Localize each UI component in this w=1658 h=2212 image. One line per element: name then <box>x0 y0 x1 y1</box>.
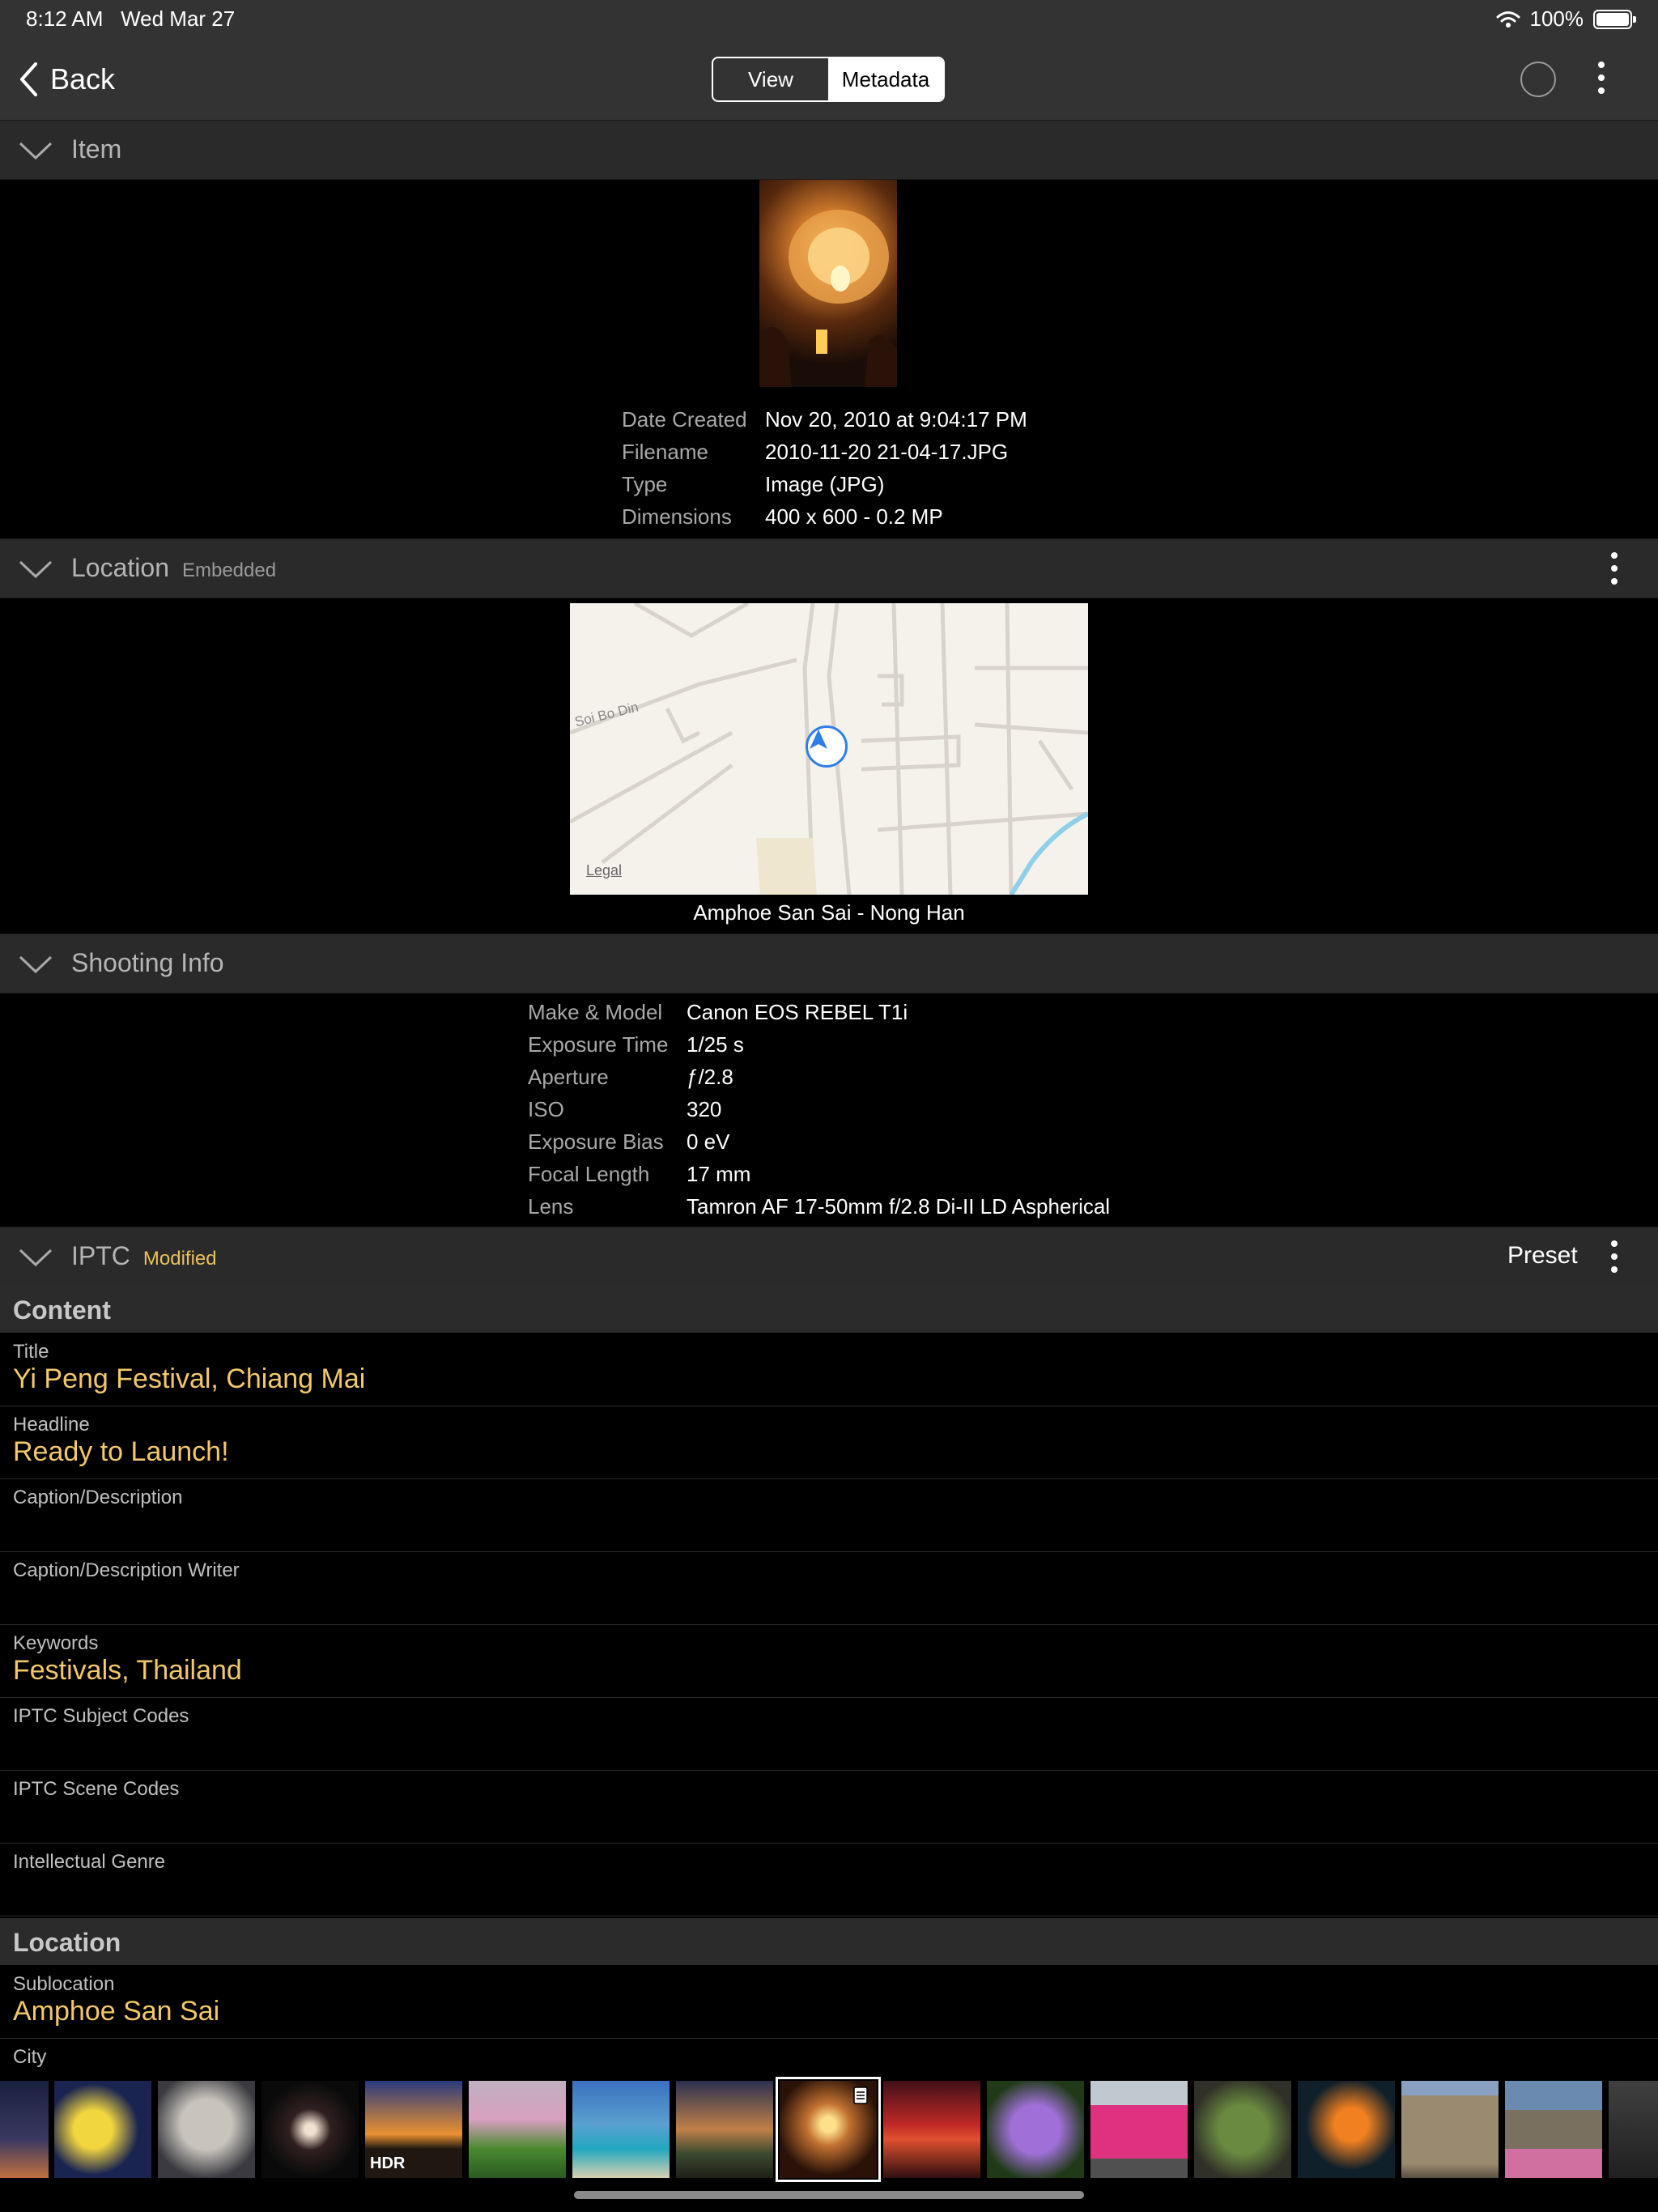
filmstrip-thumbnail[interactable] <box>158 2081 255 2178</box>
modified-badge: Modified <box>142 1248 217 1270</box>
shooting-row: Exposure Bias 0 eV <box>528 1129 730 1154</box>
item-row: Filename 2010-11-20 21-04-17.JPG <box>622 440 1009 464</box>
filmstrip[interactable]: HDR <box>0 2073 1658 2182</box>
home-indicator <box>574 2191 1084 2199</box>
filmstrip-thumbnail[interactable] <box>54 2081 151 2178</box>
tab-metadata[interactable]: Metadata <box>828 58 943 100</box>
iptc-field-caption[interactable]: Caption/Description <box>0 1478 1658 1552</box>
hdr-badge: HDR <box>370 2155 406 2172</box>
back-button[interactable]: Back <box>18 57 115 102</box>
map-legal-link[interactable]: Legal <box>586 862 622 879</box>
section-title: Shooting Info <box>71 948 224 977</box>
iptc-field-title[interactable]: Title Yi Peng Festival, Chiang Mai <box>0 1333 1658 1406</box>
iptc-group-header-content: Content <box>0 1286 1658 1333</box>
shooting-info-table: Make & Model Canon EOS REBEL T1i Exposure… <box>528 996 1110 1223</box>
chevron-down-icon <box>19 955 53 974</box>
filmstrip-thumbnail[interactable] <box>1609 2081 1658 2178</box>
filmstrip-thumbnail[interactable] <box>676 2081 773 2178</box>
back-label: Back <box>50 62 116 96</box>
iptc-field-intellectual-genre[interactable]: Intellectual Genre <box>0 1843 1658 1916</box>
section-header-location[interactable]: Location Embedded <box>0 538 1658 598</box>
item-thumbnail <box>759 180 897 387</box>
shooting-row: ISO 320 <box>528 1097 722 1121</box>
item-info-table: Date Created Nov 20, 2010 at 9:04:17 PM F… <box>622 403 1027 533</box>
select-circle-button[interactable] <box>1520 62 1556 97</box>
shooting-row: Lens Tamron AF 17-50mm f/2.8 Di-II LD Asp… <box>528 1194 1111 1219</box>
filmstrip-thumbnail[interactable] <box>572 2081 670 2178</box>
section-title: Location Embedded <box>71 553 277 582</box>
more-menu-icon[interactable] <box>1597 62 1605 100</box>
section-title: Item <box>71 134 122 164</box>
tab-view[interactable]: View <box>713 58 828 100</box>
preset-button[interactable]: Preset <box>1507 1242 1578 1270</box>
section-title: IPTC Modified <box>71 1241 217 1270</box>
iptc-field-caption-writer[interactable]: Caption/Description Writer <box>0 1551 1658 1625</box>
battery-percent: 100% <box>1529 6 1584 31</box>
item-row: Dimensions 400 x 600 - 0.2 MP <box>622 504 943 529</box>
navigation-bar: Back View Metadata <box>0 39 1658 121</box>
filmstrip-thumbnail[interactable] <box>1090 2081 1188 2178</box>
location-arrow-icon <box>806 725 848 768</box>
iptc-more-icon[interactable] <box>1610 1240 1618 1279</box>
iptc-field-scene-codes[interactable]: IPTC Scene Codes <box>0 1770 1658 1844</box>
chevron-down-icon <box>19 560 53 579</box>
filmstrip-thumbnail[interactable] <box>261 2081 359 2178</box>
filmstrip-thumbnail[interactable] <box>1505 2081 1602 2178</box>
iptc-field-sublocation[interactable]: Sublocation Amphoe San Sai <box>0 1965 1658 2039</box>
filmstrip-thumbnail[interactable] <box>469 2081 566 2178</box>
iptc-group-header-location: Location <box>0 1918 1658 1965</box>
view-mode-segmented-control[interactable]: View Metadata <box>712 57 945 102</box>
filmstrip-thumbnail-selected[interactable] <box>776 2077 881 2182</box>
iptc-field-headline[interactable]: Headline Ready to Launch! <box>0 1406 1658 1479</box>
filmstrip-thumbnail[interactable] <box>0 2081 49 2178</box>
filmstrip-thumbnail[interactable] <box>883 2081 980 2178</box>
status-bar: 8:12 AM Wed Mar 27 100% <box>0 0 1658 39</box>
wifi-icon <box>1496 11 1520 28</box>
section-header-iptc[interactable]: IPTC Modified Preset <box>0 1227 1658 1287</box>
filmstrip-thumbnail[interactable] <box>987 2081 1084 2178</box>
embedded-badge: Embedded <box>181 559 277 581</box>
location-map[interactable]: Soi Bo Din Legal <box>570 603 1088 895</box>
shooting-row: Make & Model Canon EOS REBEL T1i <box>528 1000 908 1024</box>
item-row: Date Created Nov 20, 2010 at 9:04:17 PM <box>622 407 1027 432</box>
shooting-row: Focal Length 17 mm <box>528 1162 751 1186</box>
filmstrip-thumbnail[interactable] <box>1298 2081 1395 2178</box>
battery-icon <box>1593 9 1636 29</box>
metadata-document-icon <box>853 2087 868 2104</box>
shooting-row: Aperture ƒ/2.8 <box>528 1065 733 1089</box>
status-time: 8:12 AM Wed Mar 27 <box>26 6 236 31</box>
filmstrip-thumbnail[interactable]: HDR <box>365 2081 462 2178</box>
section-header-item[interactable]: Item <box>0 120 1658 180</box>
iptc-field-keywords[interactable]: Keywords Festivals, Thailand <box>0 1624 1658 1698</box>
filmstrip-thumbnail[interactable] <box>1194 2081 1291 2178</box>
shooting-row: Exposure Time 1/25 s <box>528 1032 744 1057</box>
filmstrip-thumbnail[interactable] <box>1401 2081 1499 2178</box>
section-header-shooting-info[interactable]: Shooting Info <box>0 934 1658 993</box>
location-more-icon[interactable] <box>1610 552 1618 591</box>
iptc-field-subject-codes[interactable]: IPTC Subject Codes <box>0 1697 1658 1771</box>
status-right: 100% <box>1496 6 1636 32</box>
chevron-left-icon <box>20 62 37 96</box>
item-row: Type Image (JPG) <box>622 472 885 496</box>
chevron-down-icon <box>19 142 53 160</box>
chevron-down-icon <box>19 1249 53 1267</box>
location-place-name: Amphoe San Sai - Nong Han <box>693 900 965 925</box>
